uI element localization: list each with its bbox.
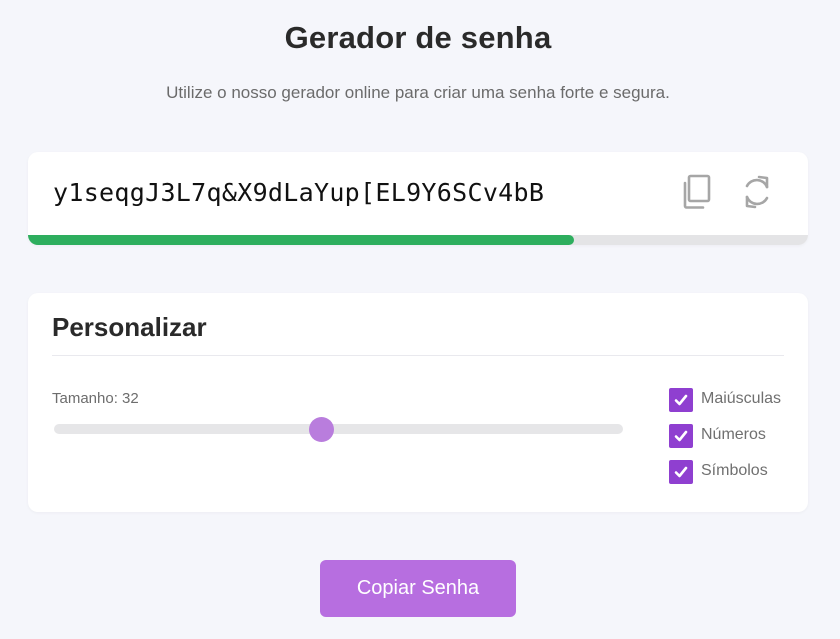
check-icon: [674, 466, 688, 478]
numbers-label: Números: [701, 425, 766, 443]
customize-title: Personalizar: [52, 312, 207, 342]
strength-bar: [28, 235, 808, 245]
option-numbers[interactable]: Números: [669, 424, 781, 448]
uppercase-checkbox[interactable]: [669, 388, 693, 412]
regenerate-button[interactable]: [737, 172, 777, 212]
option-uppercase[interactable]: Maiúsculas: [669, 388, 781, 412]
strength-bar-fill: [28, 235, 574, 245]
page-title: Gerador de senha: [284, 20, 552, 55]
numbers-checkbox[interactable]: [669, 424, 693, 448]
generated-password[interactable]: y1seqgJ3L7q&X9dLaYup[EL9Y6SCv4bB: [53, 178, 544, 207]
page-subtitle: Utilize o nosso gerador online para cria…: [166, 83, 670, 102]
divider: [52, 355, 784, 356]
symbols-label: Símbolos: [701, 461, 768, 479]
option-symbols[interactable]: Símbolos: [669, 460, 781, 484]
uppercase-label: Maiúsculas: [701, 389, 782, 407]
length-label: Tamanho: 32: [52, 390, 139, 407]
password-card: y1seqgJ3L7q&X9dLaYup[EL9Y6SCv4bB: [28, 152, 808, 245]
copy-icon: [683, 174, 711, 209]
copy-button[interactable]: [677, 172, 717, 212]
password-generator-page: Gerador de senha Utilize o nosso gerador…: [0, 0, 840, 639]
customize-card: Personalizar Tamanho: 32 Maiúsculas Núme…: [28, 293, 808, 512]
character-options: Maiúsculas Números Símbolos: [669, 388, 781, 496]
check-icon: [674, 430, 688, 442]
symbols-checkbox[interactable]: [669, 460, 693, 484]
copy-password-button[interactable]: Copiar Senha: [320, 560, 516, 617]
length-slider-thumb[interactable]: [309, 417, 335, 442]
check-icon: [674, 394, 688, 406]
length-slider[interactable]: [54, 417, 623, 442]
refresh-icon: [745, 175, 769, 209]
